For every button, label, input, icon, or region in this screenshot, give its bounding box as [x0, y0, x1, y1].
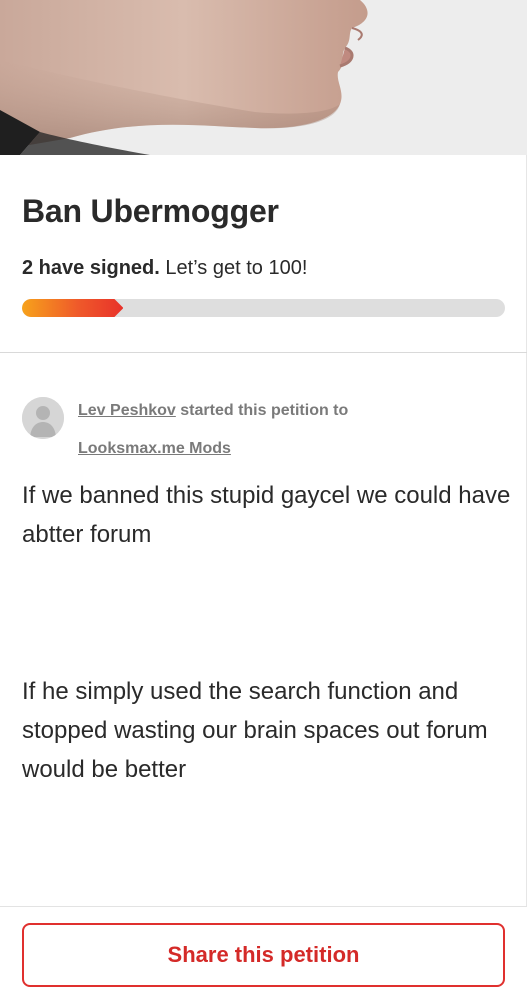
share-petition-button[interactable]: Share this petition — [22, 923, 505, 987]
progress-fill — [22, 299, 123, 317]
author-link[interactable]: Lev Peshkov — [78, 402, 176, 419]
petition-paragraph-1: If we banned this stupid gaycel we could… — [22, 482, 511, 548]
petition-title: Ban Ubermogger — [22, 193, 279, 229]
footer-bar: Share this petition — [0, 906, 527, 1000]
signed-count: 2 have signed. — [22, 257, 160, 279]
petition-page: Ban Ubermogger 2 have signed. Let’s get … — [0, 0, 527, 1000]
petition-paragraph-2: If he simply used the search function an… — [22, 678, 488, 783]
avatar[interactable] — [22, 397, 64, 439]
signature-progress-bar — [22, 299, 505, 317]
starter-middle-text: started this petition to — [180, 402, 349, 419]
petition-starter: Lev Peshkov started this petition to Loo… — [22, 392, 512, 457]
hero-image — [0, 0, 527, 155]
target-link[interactable]: Looksmax.me Mods — [78, 440, 231, 457]
hero-photo — [0, 0, 527, 155]
signature-status: 2 have signed. Let’s get to 100! — [22, 257, 307, 280]
user-icon — [22, 397, 64, 439]
signature-goal: Let’s get to 100! — [165, 257, 308, 279]
starter-line: Lev Peshkov started this petition to Loo… — [78, 392, 508, 468]
petition-summary: Ban Ubermogger 2 have signed. Let’s get … — [0, 155, 527, 353]
